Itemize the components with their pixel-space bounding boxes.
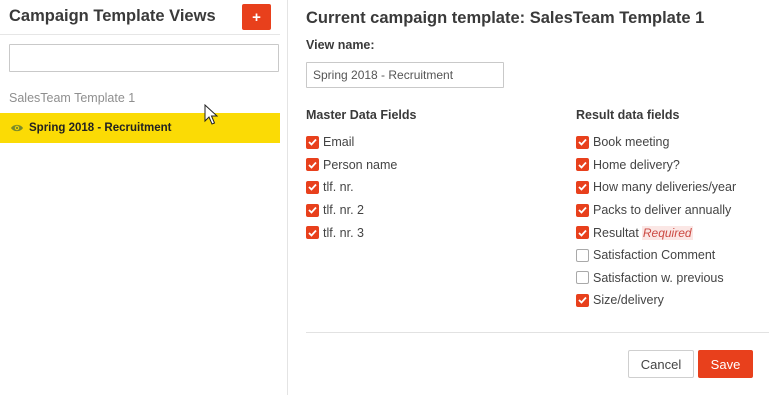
field-packs-annually[interactable]: Packs to deliver annually <box>576 199 736 222</box>
view-item-spring-2018[interactable]: Spring 2018 - Recruitment <box>0 113 280 143</box>
field-label: tlf. nr. <box>323 180 354 195</box>
checkbox-checked[interactable] <box>576 203 589 217</box>
field-label: Resultat <box>593 225 639 240</box>
field-label: Satisfaction w. previous <box>593 270 724 285</box>
result-fields-list: Book meeting Home delivery? How many del… <box>576 131 736 312</box>
master-data-heading: Master Data Fields <box>306 108 417 122</box>
checkbox-checked[interactable] <box>306 180 319 194</box>
view-name-label: View name: <box>306 38 375 52</box>
checkbox-unchecked[interactable] <box>576 271 589 285</box>
checkbox-checked[interactable] <box>576 158 589 172</box>
field-resultat[interactable]: Resultat Required <box>576 221 736 244</box>
checkbox-checked[interactable] <box>576 293 589 307</box>
field-label: Person name <box>323 157 398 172</box>
view-name-input[interactable] <box>306 62 504 88</box>
field-person-name[interactable]: Person name <box>306 154 397 177</box>
field-label: tlf. nr. 3 <box>323 225 364 240</box>
field-home-delivery[interactable]: Home delivery? <box>576 154 736 177</box>
checkbox-checked[interactable] <box>306 203 319 217</box>
template-group-label: SalesTeam Template 1 <box>9 91 136 105</box>
search-input[interactable] <box>9 44 279 72</box>
sidebar-title: Campaign Template Views <box>9 7 216 25</box>
save-button[interactable]: Save <box>698 350 753 378</box>
field-tlf-nr-2[interactable]: tlf. nr. 2 <box>306 199 397 222</box>
field-label: Home delivery? <box>593 157 680 172</box>
field-tlf-nr-3[interactable]: tlf. nr. 3 <box>306 221 397 244</box>
field-book-meeting[interactable]: Book meeting <box>576 131 736 154</box>
sidebar-divider <box>0 34 280 35</box>
page-title: Current campaign template: SalesTeam Tem… <box>306 9 705 27</box>
checkbox-checked[interactable] <box>306 158 319 172</box>
mouse-cursor-icon <box>204 104 218 125</box>
views-sidebar: Campaign Template Views + SalesTeam Temp… <box>0 0 288 395</box>
checkbox-checked[interactable] <box>576 226 589 240</box>
required-badge: Required <box>641 225 693 240</box>
eye-icon <box>10 123 24 133</box>
checkbox-unchecked[interactable] <box>576 248 589 262</box>
field-label: Email <box>323 135 355 150</box>
field-tlf-nr[interactable]: tlf. nr. <box>306 176 397 199</box>
field-label: tlf. nr. 2 <box>323 203 364 218</box>
view-item-label: Spring 2018 - Recruitment <box>29 122 172 134</box>
field-deliveries-per-year[interactable]: How many deliveries/year <box>576 176 736 199</box>
cancel-button[interactable]: Cancel <box>628 350 694 378</box>
field-email[interactable]: Email <box>306 131 397 154</box>
template-view-editor: Current campaign template: SalesTeam Tem… <box>289 0 769 395</box>
checkbox-checked[interactable] <box>306 135 319 149</box>
master-fields-list: Email Person name tlf. nr. tlf. nr. 2 tl… <box>306 131 397 244</box>
field-label: Size/delivery <box>593 293 664 308</box>
field-satisfaction-previous[interactable]: Satisfaction w. previous <box>576 267 736 290</box>
checkbox-checked[interactable] <box>306 226 319 240</box>
field-label: Packs to deliver annually <box>593 203 732 218</box>
add-view-button[interactable]: + <box>242 4 271 30</box>
checkbox-checked[interactable] <box>576 135 589 149</box>
field-label: Satisfaction Comment <box>593 248 716 263</box>
field-label: How many deliveries/year <box>593 180 737 195</box>
field-satisfaction-comment[interactable]: Satisfaction Comment <box>576 244 736 267</box>
checkbox-checked[interactable] <box>576 180 589 194</box>
field-size-delivery[interactable]: Size/delivery <box>576 289 736 312</box>
result-data-heading: Result data fields <box>576 108 680 122</box>
field-label: Book meeting <box>593 135 670 150</box>
footer-divider <box>306 332 769 333</box>
